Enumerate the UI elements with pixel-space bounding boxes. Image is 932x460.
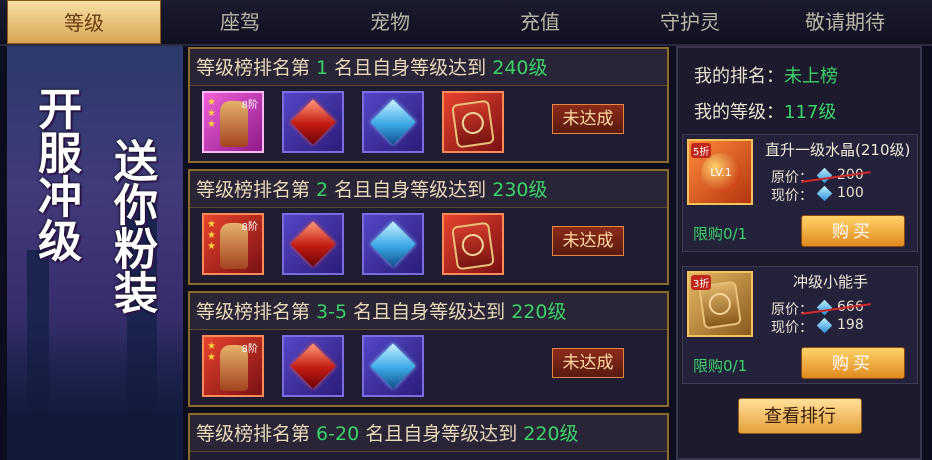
item-name: 直升一级水晶(210级) bbox=[765, 141, 911, 159]
reward-red-gem[interactable] bbox=[282, 91, 344, 153]
blue-gem-icon bbox=[370, 99, 416, 145]
tier-label: 8阶 bbox=[241, 344, 258, 355]
diamond-icon bbox=[816, 299, 833, 316]
reward-blue-gem[interactable] bbox=[362, 91, 424, 153]
banner-text-gift-pink: 送你粉装 bbox=[106, 138, 157, 314]
diamond-icon bbox=[816, 167, 833, 184]
buy-button[interactable]: 购买 bbox=[801, 215, 905, 247]
shop-item-card: LV.1 5折 直升一级水晶(210级) 原价：200 现价：100 限购0/1… bbox=[682, 134, 918, 252]
shop-item-card: 3折 冲级小能手 原价：666 现价：198 限购0/1 购买 bbox=[682, 266, 918, 384]
tab-pet[interactable]: 宠物 bbox=[320, 0, 460, 44]
star-icon: ★ ★ bbox=[207, 341, 216, 363]
reward-red-gem[interactable] bbox=[282, 335, 344, 397]
current-price: 现价： 100 bbox=[771, 185, 864, 204]
reward-title-scroll[interactable] bbox=[442, 213, 504, 275]
tier-label: 8阶 bbox=[241, 222, 258, 233]
reward-row: 等级榜排名第 6-20 名且自身等级达到 220级 bbox=[188, 413, 669, 460]
purchase-limit: 限购0/1 bbox=[693, 225, 748, 243]
reward-outfit[interactable]: ★ ★ 8阶 bbox=[202, 335, 264, 397]
reward-blue-gem[interactable] bbox=[362, 213, 424, 275]
discount-badge: 3折 bbox=[691, 275, 712, 290]
purchase-limit: 限购0/1 bbox=[693, 357, 748, 375]
event-banner: 开服冲级 送你粉装 bbox=[7, 46, 183, 460]
view-ranking-button[interactable]: 查看排行 bbox=[738, 398, 862, 434]
diamond-icon bbox=[816, 317, 833, 334]
original-price: 原价：666 bbox=[771, 299, 871, 319]
tab-recharge[interactable]: 充值 bbox=[470, 0, 610, 44]
status-badge: 未达成 bbox=[552, 348, 624, 378]
red-gem-icon bbox=[290, 343, 336, 389]
row-header: 等级榜排名第 1 名且自身等级达到 240级 bbox=[190, 49, 667, 86]
title-scroll-icon bbox=[451, 221, 495, 271]
diamond-icon bbox=[816, 185, 833, 202]
tab-bar: 等级 座驾 宠物 充值 守护灵 敬请期待 bbox=[0, 0, 932, 46]
reward-row: 等级榜排名第 2 名且自身等级达到 230级 ★ ★ ★ 8阶 未达成 bbox=[188, 169, 669, 285]
row-title: 等级榜排名第 6-20 名且自身等级达到 220级 bbox=[196, 423, 579, 445]
tab-guardian[interactable]: 守护灵 bbox=[620, 0, 760, 44]
reward-outfit[interactable]: ★ ★ ★ 8阶 bbox=[202, 91, 264, 153]
star-icon: ★ ★ ★ bbox=[207, 219, 216, 252]
tab-coming-soon[interactable]: 敬请期待 bbox=[770, 0, 920, 44]
my-rank: 我的排名：未上榜 bbox=[694, 66, 838, 87]
tab-mount[interactable]: 座驾 bbox=[170, 0, 310, 44]
row-header: 等级榜排名第 6-20 名且自身等级达到 220级 bbox=[190, 415, 667, 452]
reward-title-scroll[interactable] bbox=[442, 91, 504, 153]
reward-outfit[interactable]: ★ ★ ★ 8阶 bbox=[202, 213, 264, 275]
tier-label: 8阶 bbox=[241, 100, 258, 111]
city-skyline bbox=[7, 320, 183, 460]
reward-blue-gem[interactable] bbox=[362, 335, 424, 397]
original-price: 原价：200 bbox=[771, 167, 871, 187]
banner-text-open-level: 开服冲级 bbox=[30, 86, 81, 262]
reward-row: 等级榜排名第 3-5 名且自身等级达到 220级 ★ ★ 8阶 未达成 bbox=[188, 291, 669, 407]
title-scroll-icon bbox=[451, 99, 495, 149]
level-helper-item-icon[interactable]: 3折 bbox=[687, 271, 753, 337]
reward-red-gem[interactable] bbox=[282, 213, 344, 275]
row-title: 等级榜排名第 2 名且自身等级达到 230级 bbox=[196, 179, 548, 201]
reward-row: 等级榜排名第 1 名且自身等级达到 240级 ★ ★ ★ 8阶 未达成 bbox=[188, 47, 669, 163]
item-name: 冲级小能手 bbox=[793, 273, 869, 291]
level-orb-icon: LV.1 bbox=[701, 153, 741, 193]
buy-button[interactable]: 购买 bbox=[801, 347, 905, 379]
row-header: 等级榜排名第 3-5 名且自身等级达到 220级 bbox=[190, 293, 667, 330]
red-gem-icon bbox=[290, 99, 336, 145]
row-title: 等级榜排名第 1 名且自身等级达到 240级 bbox=[196, 57, 548, 79]
blue-gem-icon bbox=[370, 343, 416, 389]
row-title: 等级榜排名第 3-5 名且自身等级达到 220级 bbox=[196, 301, 567, 323]
crystal-item-icon[interactable]: LV.1 5折 bbox=[687, 139, 753, 205]
blue-gem-icon bbox=[370, 221, 416, 267]
current-price: 现价： 198 bbox=[771, 317, 864, 336]
my-level: 我的等级：117级 bbox=[694, 102, 837, 123]
discount-badge: 5折 bbox=[691, 143, 712, 158]
status-badge: 未达成 bbox=[552, 226, 624, 256]
row-header: 等级榜排名第 2 名且自身等级达到 230级 bbox=[190, 171, 667, 208]
red-gem-icon bbox=[290, 221, 336, 267]
tab-level[interactable]: 等级 bbox=[7, 0, 161, 44]
my-info-panel: 我的排名：未上榜 我的等级：117级 LV.1 5折 直升一级水晶(210级) … bbox=[676, 46, 922, 460]
status-badge: 未达成 bbox=[552, 104, 624, 134]
star-icon: ★ ★ ★ bbox=[207, 97, 216, 130]
